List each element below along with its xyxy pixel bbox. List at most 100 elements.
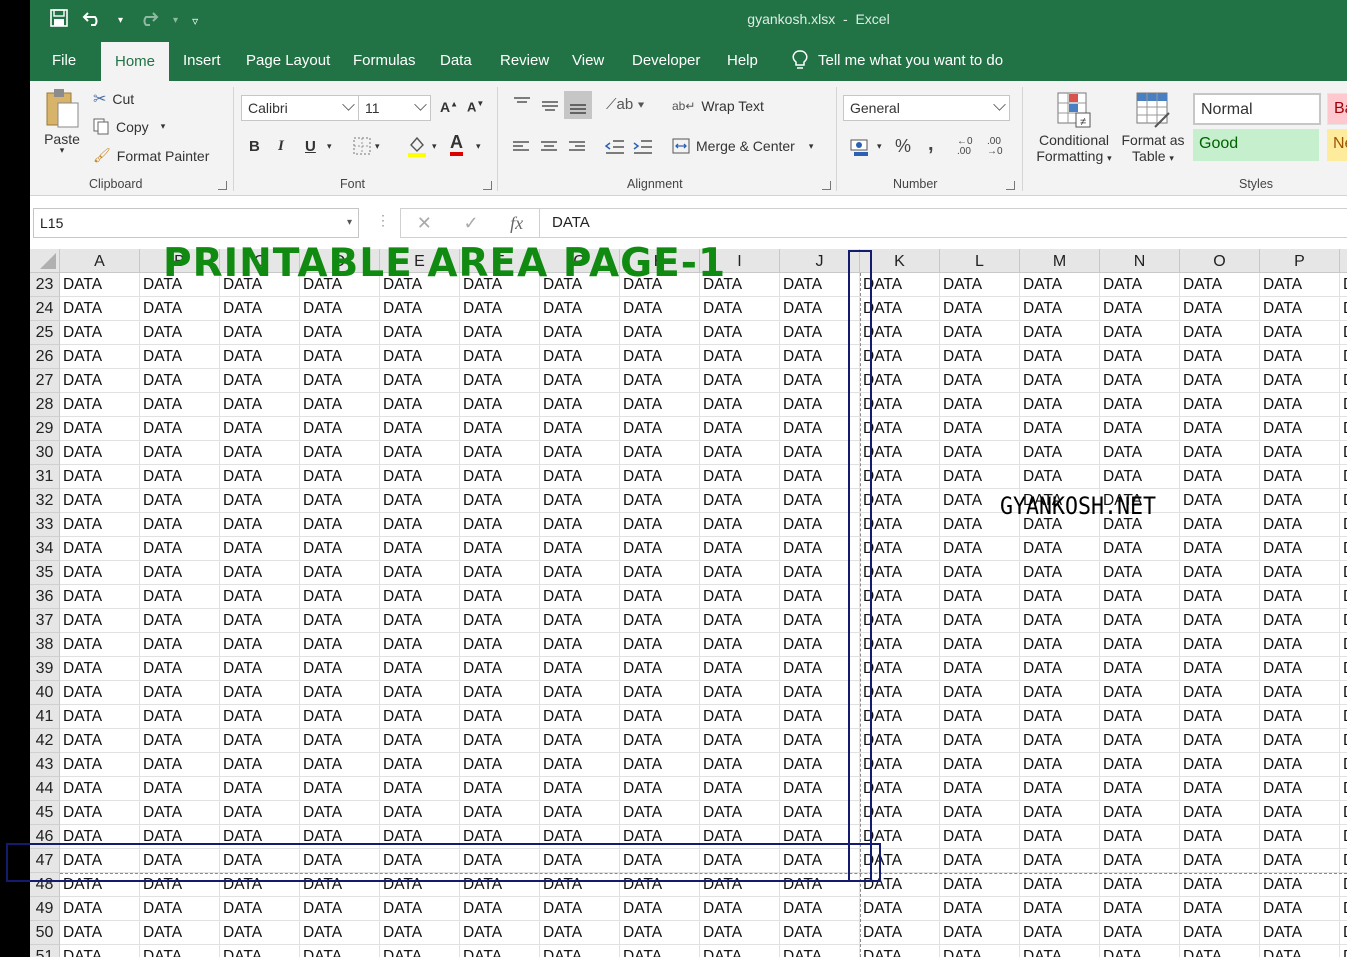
- row-header-27[interactable]: 27: [30, 369, 60, 393]
- row-header-43[interactable]: 43: [30, 753, 60, 777]
- row-header-39[interactable]: 39: [30, 657, 60, 681]
- tab-review[interactable]: Review: [500, 52, 549, 69]
- cell-e37[interactable]: DATA: [380, 609, 460, 633]
- cell-m24[interactable]: DATA: [1020, 297, 1100, 321]
- cell-l29[interactable]: DATA: [940, 417, 1020, 441]
- row-header-35[interactable]: 35: [30, 561, 60, 585]
- cell-b25[interactable]: DATA: [140, 321, 220, 345]
- cell-b37[interactable]: DATA: [140, 609, 220, 633]
- cell-k41[interactable]: DATA: [860, 705, 940, 729]
- cell-d34[interactable]: DATA: [300, 537, 380, 561]
- cell-k23[interactable]: DATA: [860, 273, 940, 297]
- cell-e41[interactable]: DATA: [380, 705, 460, 729]
- row-header-25[interactable]: 25: [30, 321, 60, 345]
- cell-a25[interactable]: DATA: [60, 321, 140, 345]
- number-format-combo[interactable]: General: [843, 95, 1010, 121]
- cell-o40[interactable]: DATA: [1180, 681, 1260, 705]
- cell-n48[interactable]: DATA: [1100, 873, 1180, 897]
- cell-c25[interactable]: DATA: [220, 321, 300, 345]
- tab-view[interactable]: View: [572, 52, 604, 69]
- cell-h37[interactable]: DATA: [620, 609, 700, 633]
- cell-k44[interactable]: DATA: [860, 777, 940, 801]
- cell-a37[interactable]: DATA: [60, 609, 140, 633]
- cell-i27[interactable]: DATA: [700, 369, 780, 393]
- decrease-decimal-icon[interactable]: .00 →0: [987, 137, 1003, 157]
- cell-m49[interactable]: DATA: [1020, 897, 1100, 921]
- cell-e43[interactable]: DATA: [380, 753, 460, 777]
- cell-f43[interactable]: DATA: [460, 753, 540, 777]
- cell-a26[interactable]: DATA: [60, 345, 140, 369]
- cell-m30[interactable]: DATA: [1020, 441, 1100, 465]
- cell-h26[interactable]: DATA: [620, 345, 700, 369]
- cell-partial[interactable]: D: [1340, 465, 1347, 489]
- tab-home[interactable]: Home: [101, 42, 170, 81]
- cell-a45[interactable]: DATA: [60, 801, 140, 825]
- cell-k31[interactable]: DATA: [860, 465, 940, 489]
- cell-o50[interactable]: DATA: [1180, 921, 1260, 945]
- cell-f25[interactable]: DATA: [460, 321, 540, 345]
- cell-l26[interactable]: DATA: [940, 345, 1020, 369]
- cell-d24[interactable]: DATA: [300, 297, 380, 321]
- cell-m34[interactable]: DATA: [1020, 537, 1100, 561]
- cell-g34[interactable]: DATA: [540, 537, 620, 561]
- cell-k26[interactable]: DATA: [860, 345, 940, 369]
- cell-n50[interactable]: DATA: [1100, 921, 1180, 945]
- cell-c41[interactable]: DATA: [220, 705, 300, 729]
- cell-h31[interactable]: DATA: [620, 465, 700, 489]
- cell-i37[interactable]: DATA: [700, 609, 780, 633]
- row-header-44[interactable]: 44: [30, 777, 60, 801]
- cell-n26[interactable]: DATA: [1100, 345, 1180, 369]
- cell-a44[interactable]: DATA: [60, 777, 140, 801]
- column-header-m[interactable]: M: [1020, 249, 1100, 273]
- tab-page-layout[interactable]: Page Layout: [246, 52, 330, 69]
- insert-function-button[interactable]: fx: [510, 213, 523, 234]
- cell-e39[interactable]: DATA: [380, 657, 460, 681]
- cell-g29[interactable]: DATA: [540, 417, 620, 441]
- cell-l30[interactable]: DATA: [940, 441, 1020, 465]
- row-header-32[interactable]: 32: [30, 489, 60, 513]
- cut-button[interactable]: ✂ Cut: [93, 89, 134, 109]
- cell-o33[interactable]: DATA: [1180, 513, 1260, 537]
- cell-k28[interactable]: DATA: [860, 393, 940, 417]
- cell-b30[interactable]: DATA: [140, 441, 220, 465]
- cell-f38[interactable]: DATA: [460, 633, 540, 657]
- cell-m44[interactable]: DATA: [1020, 777, 1100, 801]
- cell-l28[interactable]: DATA: [940, 393, 1020, 417]
- cell-n31[interactable]: DATA: [1100, 465, 1180, 489]
- cell-c30[interactable]: DATA: [220, 441, 300, 465]
- cell-d37[interactable]: DATA: [300, 609, 380, 633]
- cell-c35[interactable]: DATA: [220, 561, 300, 585]
- cell-p48[interactable]: DATA: [1260, 873, 1340, 897]
- cell-g45[interactable]: DATA: [540, 801, 620, 825]
- cell-g49[interactable]: DATA: [540, 897, 620, 921]
- cell-f30[interactable]: DATA: [460, 441, 540, 465]
- cell-a33[interactable]: DATA: [60, 513, 140, 537]
- cell-e42[interactable]: DATA: [380, 729, 460, 753]
- cell-m47[interactable]: DATA: [1020, 849, 1100, 873]
- cell-h38[interactable]: DATA: [620, 633, 700, 657]
- cell-partial[interactable]: D: [1340, 921, 1347, 945]
- cell-partial[interactable]: D: [1340, 489, 1347, 513]
- row-header-26[interactable]: 26: [30, 345, 60, 369]
- cell-f31[interactable]: DATA: [460, 465, 540, 489]
- conditional-formatting-button[interactable]: ≠ Conditional Formatting ▾: [1028, 91, 1120, 164]
- cell-m23[interactable]: DATA: [1020, 273, 1100, 297]
- cell-p46[interactable]: DATA: [1260, 825, 1340, 849]
- cell-b41[interactable]: DATA: [140, 705, 220, 729]
- cell-g39[interactable]: DATA: [540, 657, 620, 681]
- chevron-down-icon[interactable]: ▾: [375, 141, 380, 152]
- cell-c28[interactable]: DATA: [220, 393, 300, 417]
- cell-partial[interactable]: D: [1340, 609, 1347, 633]
- cell-i42[interactable]: DATA: [700, 729, 780, 753]
- cell-k34[interactable]: DATA: [860, 537, 940, 561]
- cell-h43[interactable]: DATA: [620, 753, 700, 777]
- cell-h49[interactable]: DATA: [620, 897, 700, 921]
- cell-a42[interactable]: DATA: [60, 729, 140, 753]
- align-top-icon[interactable]: [512, 95, 532, 116]
- cell-p51[interactable]: DATA: [1260, 945, 1340, 957]
- cell-n47[interactable]: DATA: [1100, 849, 1180, 873]
- wrap-text-button[interactable]: ab↵ Wrap Text: [672, 98, 764, 114]
- cell-d32[interactable]: DATA: [300, 489, 380, 513]
- align-center-icon[interactable]: [540, 139, 558, 158]
- cell-m45[interactable]: DATA: [1020, 801, 1100, 825]
